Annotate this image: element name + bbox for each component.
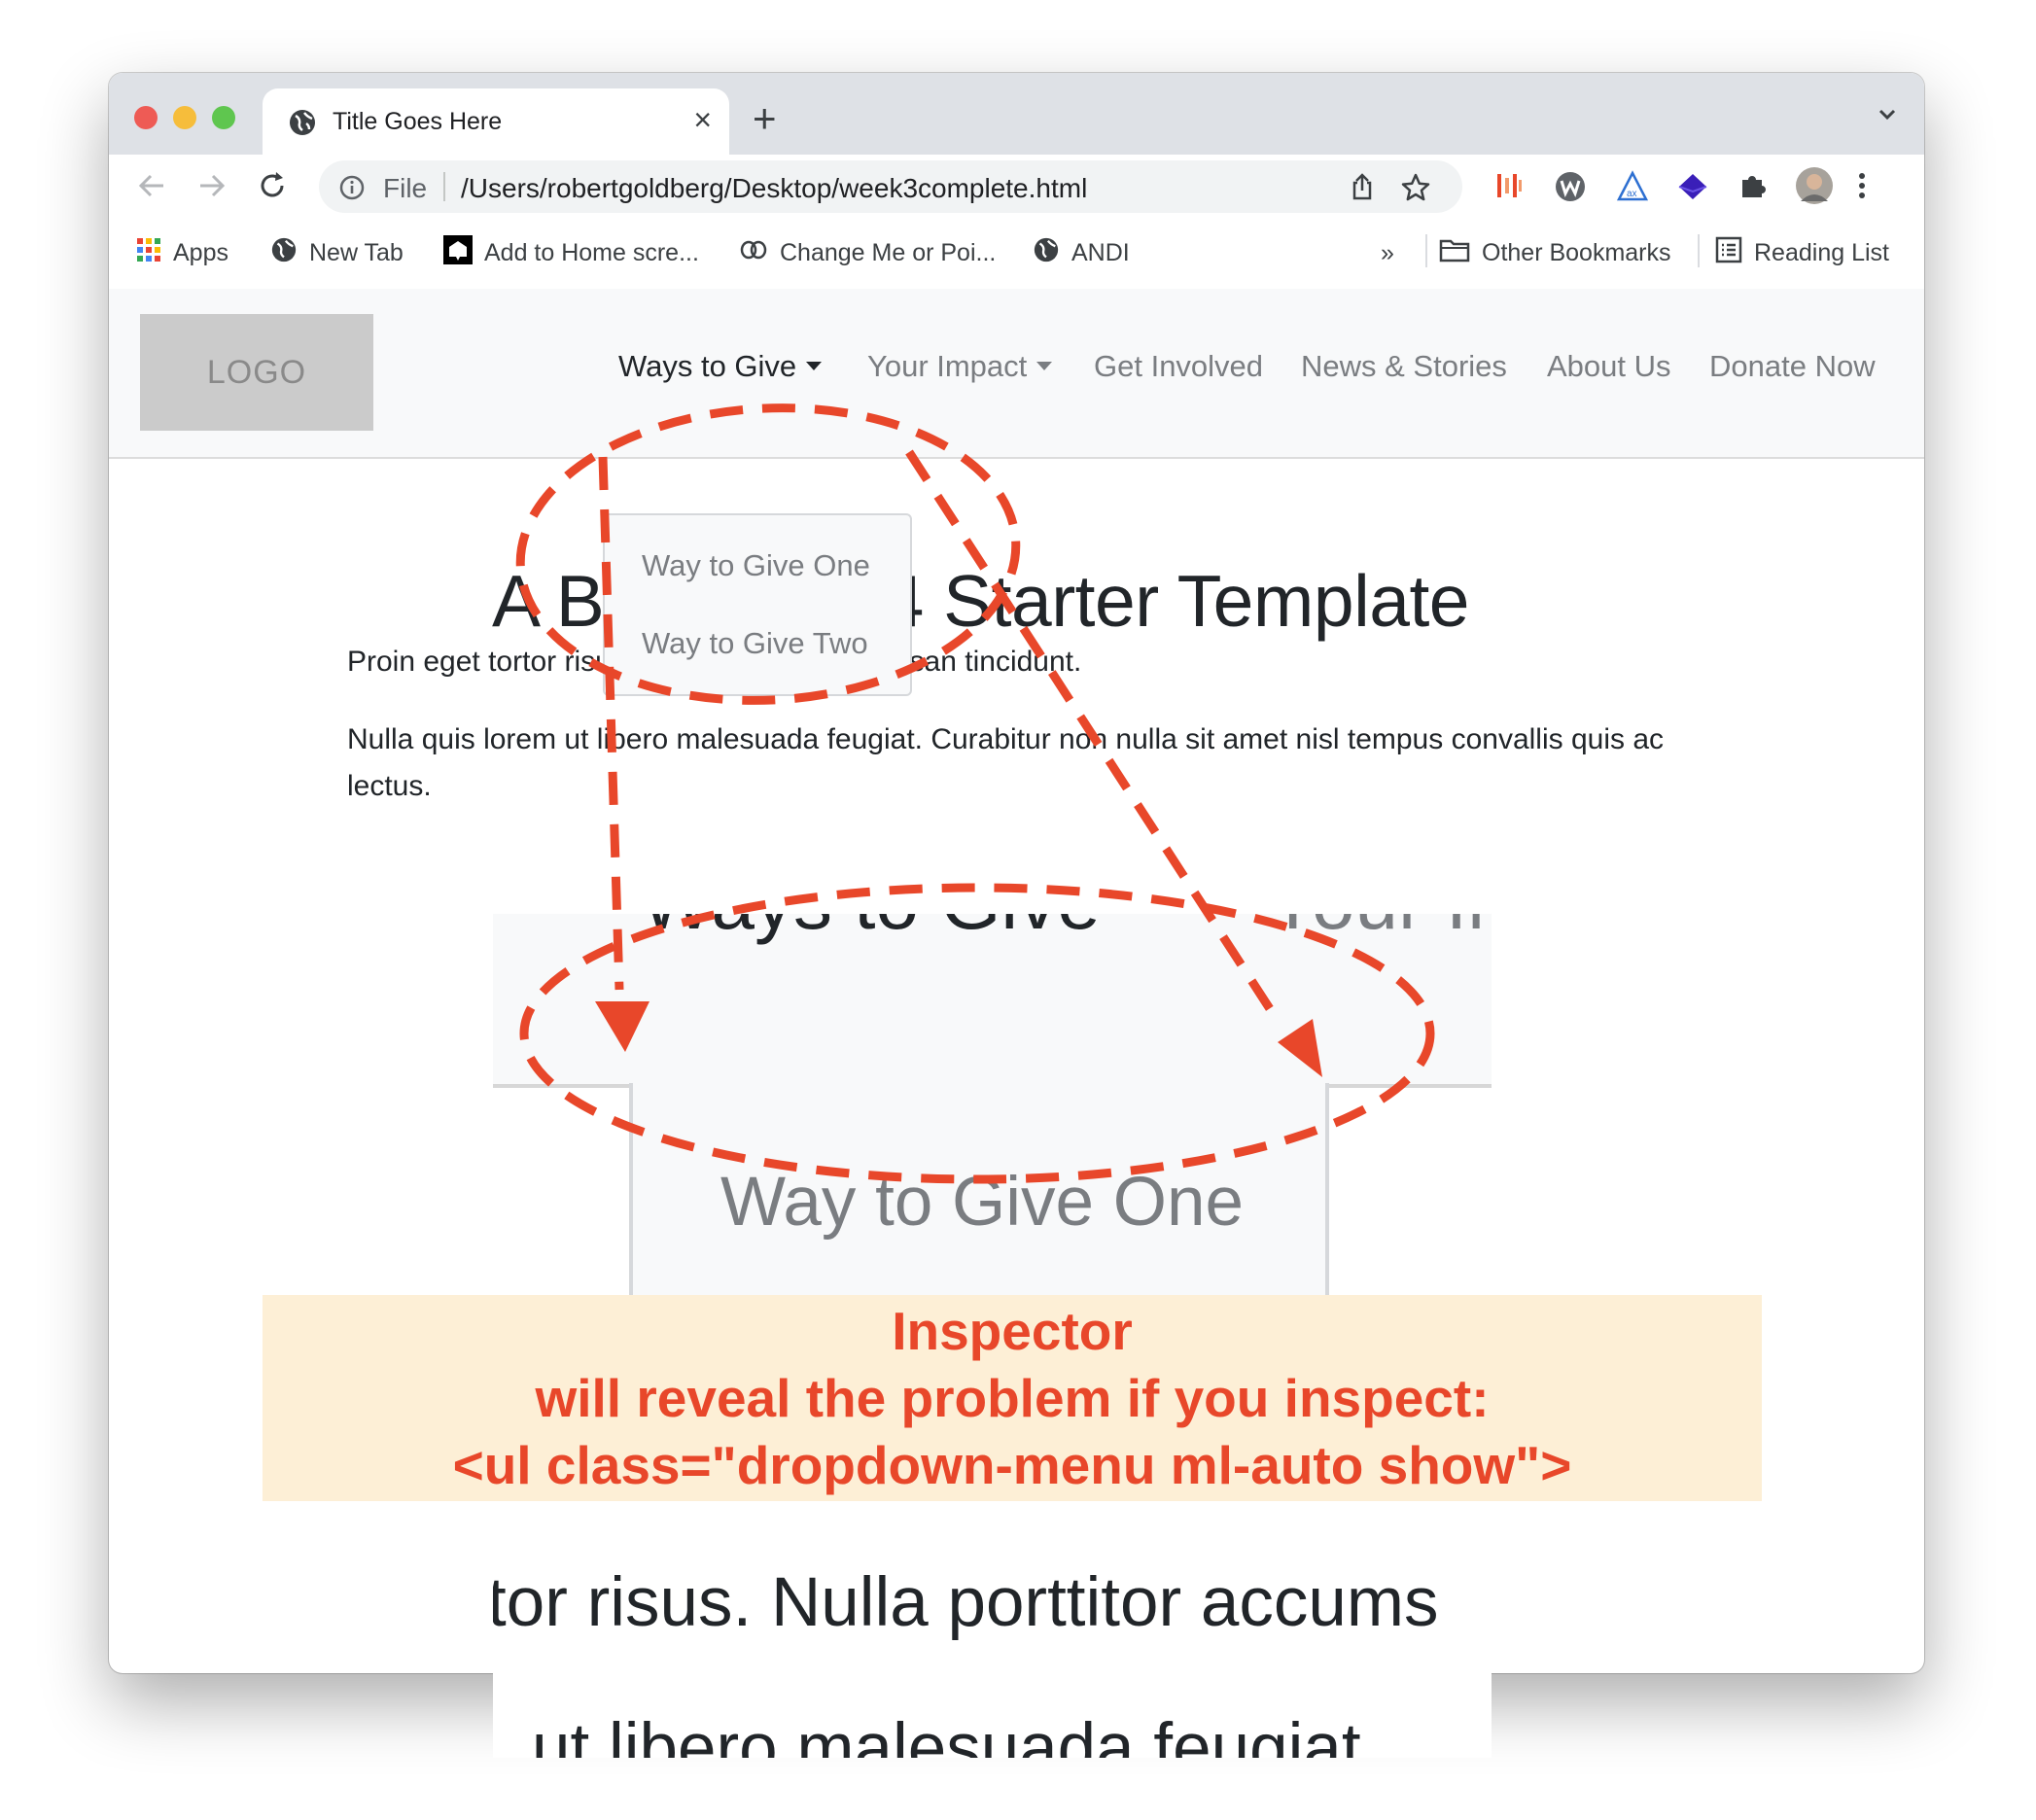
bookmark-star-icon[interactable] — [1400, 172, 1431, 208]
zoomed-paragraph-cutoff: ut libero malesuada feugiat — [532, 1710, 1361, 1758]
zoomed-paragraph: tor risus. Nulla porttitor accums — [493, 1564, 1439, 1641]
annotation-callout: Inspector will reveal the problem if you… — [263, 1295, 1762, 1501]
tab-close-icon[interactable]: × — [693, 102, 712, 138]
globe-icon — [1033, 236, 1060, 270]
bookmark-label: Add to Home scre... — [484, 238, 699, 266]
folder-icon — [1439, 237, 1470, 269]
zoomed-dropdown-item: Way to Give One — [720, 1164, 1244, 1241]
svg-text:ax: ax — [1627, 189, 1637, 199]
address-bar[interactable]: File /Users/robertgoldberg/Desktop/week3… — [319, 160, 1462, 213]
bookmark-andi[interactable]: ANDI — [1033, 236, 1130, 269]
extension-axe-icon[interactable]: ax — [1616, 170, 1649, 208]
zoomed-nav-ways-to-give: Ways to Give — [641, 914, 1101, 947]
extension-w-icon[interactable] — [1554, 170, 1587, 208]
reading-list-icon — [1715, 236, 1742, 270]
dropdown-caret-icon — [806, 362, 823, 371]
bookmark-other-bookmarks[interactable]: Other Bookmarks — [1439, 236, 1671, 269]
overflow-chevron-icon: » — [1381, 238, 1394, 266]
globe-icon — [288, 108, 317, 142]
back-arrow-icon[interactable] — [134, 168, 169, 208]
home-shortcut-icon — [443, 234, 473, 271]
reload-icon[interactable] — [255, 168, 290, 208]
site-logo[interactable]: LOGO — [140, 314, 373, 431]
url-separator — [443, 172, 445, 201]
url-text[interactable]: /Users/robertgoldberg/Desktop/week3compl… — [461, 173, 1087, 204]
nav-news-stories[interactable]: News & Stories — [1301, 349, 1507, 384]
ways-to-give-dropdown-menu: Way to Give One Way to Give Two — [603, 513, 912, 696]
dropdown-item-way-one[interactable]: Way to Give One — [642, 548, 870, 583]
zoomed-nav-your-impact: Your Imp — [1267, 914, 1492, 947]
bookmark-change-me[interactable]: Change Me or Poi... — [739, 236, 996, 269]
share-icon[interactable] — [1348, 172, 1377, 206]
apps-grid-icon — [136, 237, 161, 269]
link-icon — [739, 239, 768, 267]
bookmark-apps[interactable]: Apps — [136, 236, 228, 269]
nav-get-involved[interactable]: Get Involved — [1094, 349, 1263, 384]
bookmark-label: Other Bookmarks — [1482, 238, 1671, 266]
dropdown-item-way-two[interactable]: Way to Give Two — [642, 626, 868, 661]
bookmark-label: Apps — [173, 238, 228, 266]
bookmarks-overflow-button[interactable]: » — [1381, 236, 1394, 269]
tab-title: Title Goes Here — [333, 108, 503, 135]
bookmark-add-to-home[interactable]: Add to Home scre... — [443, 234, 699, 271]
nav-label: Your Impact — [867, 349, 1028, 383]
nav-about-us[interactable]: About Us — [1547, 349, 1671, 384]
profile-avatar[interactable] — [1795, 166, 1834, 210]
globe-icon — [270, 236, 298, 270]
bookmarks-divider — [1698, 234, 1700, 267]
callout-line: will reveal the problem if you inspect: — [535, 1367, 1490, 1428]
extension-red-bars-icon[interactable] — [1493, 170, 1525, 206]
browser-toolbar: File /Users/robertgoldberg/Desktop/week3… — [109, 155, 1924, 217]
zoomed-navbar: Ways to Give Your Imp — [493, 914, 1492, 1088]
bookmarks-bar: Apps New Tab Add to Home scre... Change … — [109, 217, 1924, 291]
extensions-puzzle-icon[interactable] — [1737, 170, 1768, 206]
reading-list-button[interactable]: Reading List — [1715, 236, 1889, 269]
callout-line: <ul class="dropdown-menu ml-auto show"> — [452, 1434, 1572, 1495]
nav-label: Ways to Give — [618, 349, 797, 383]
maximize-window-button[interactable] — [212, 106, 235, 129]
site-navbar: LOGO Ways to Give Your Impact Get Involv… — [109, 289, 1924, 459]
tab-strip: Title Goes Here × + — [109, 73, 1924, 155]
bookmark-label: Reading List — [1754, 238, 1889, 266]
bookmark-label: Change Me or Poi... — [780, 238, 997, 266]
dropdown-caret-icon — [1036, 362, 1053, 371]
nav-donate-now[interactable]: Donate Now — [1709, 349, 1876, 384]
paragraph: Nulla quis lorem ut libero malesuada feu… — [347, 723, 1665, 802]
close-window-button[interactable] — [134, 106, 158, 129]
bookmark-new-tab[interactable]: New Tab — [270, 236, 404, 269]
tab-active[interactable]: Title Goes Here × — [263, 88, 729, 155]
new-tab-button[interactable]: + — [753, 98, 777, 139]
browser-menu-icon[interactable] — [1857, 170, 1867, 206]
bookmark-label: ANDI — [1071, 238, 1130, 266]
callout-line: Inspector — [892, 1300, 1133, 1361]
nav-your-impact[interactable]: Your Impact — [867, 349, 1053, 384]
forward-arrow-icon[interactable] — [194, 168, 229, 208]
nav-ways-to-give[interactable]: Ways to Give — [618, 349, 823, 384]
bookmarks-divider — [1425, 234, 1427, 267]
paragraph: Proin eget tortor risus. Nulla porttitor… — [347, 646, 1082, 678]
url-scheme-label: File — [383, 173, 428, 203]
tab-search-icon[interactable] — [1876, 102, 1899, 130]
site-info-icon[interactable] — [338, 174, 366, 206]
minimize-window-button[interactable] — [173, 106, 196, 129]
extension-diamond-icon[interactable] — [1676, 170, 1709, 208]
bookmark-label: New Tab — [309, 238, 404, 266]
